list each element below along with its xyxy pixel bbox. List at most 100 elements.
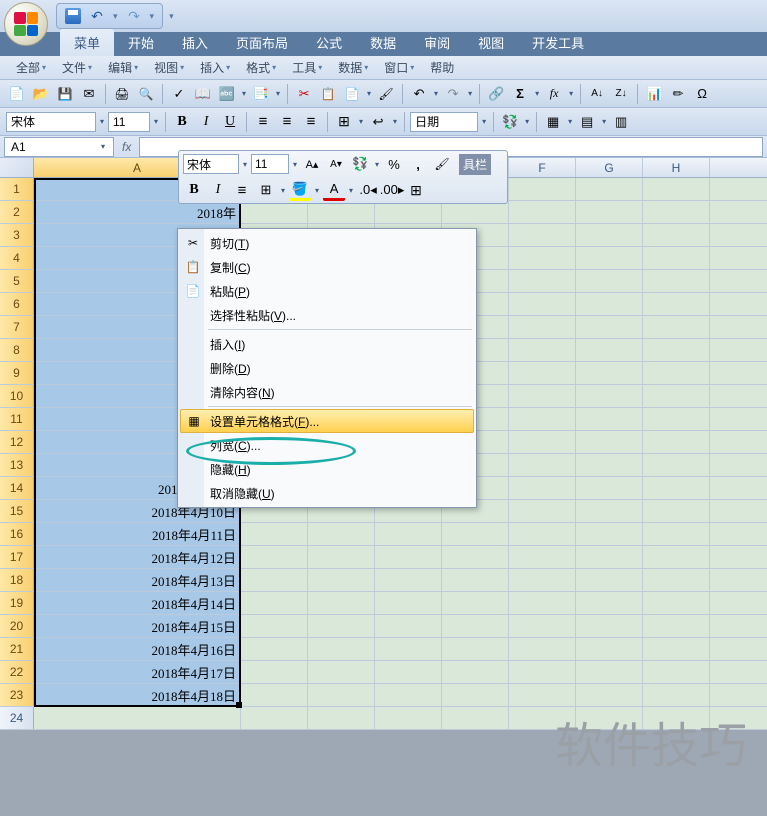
- cell[interactable]: [442, 546, 509, 568]
- cell[interactable]: [241, 523, 308, 545]
- redo-dropdown-icon[interactable]: ▾: [150, 11, 155, 22]
- redo-dropdown-icon[interactable]: ▾: [466, 89, 474, 98]
- cell[interactable]: [643, 201, 710, 223]
- undo-icon[interactable]: ↶: [408, 83, 430, 105]
- increase-decimal-icon[interactable]: .00▸: [381, 179, 403, 201]
- align-right-icon[interactable]: [300, 111, 322, 133]
- cell[interactable]: [442, 684, 509, 706]
- cell[interactable]: [576, 500, 643, 522]
- cell[interactable]: [643, 247, 710, 269]
- cell[interactable]: [643, 546, 710, 568]
- cell[interactable]: [509, 684, 576, 706]
- cell[interactable]: [442, 615, 509, 637]
- ribbon-tab-developer[interactable]: 开发工具: [518, 29, 598, 56]
- cell[interactable]: [308, 523, 375, 545]
- undo-dropdown-icon[interactable]: ▾: [113, 11, 118, 22]
- menu-file[interactable]: 文件▾: [54, 57, 100, 78]
- cell[interactable]: [576, 270, 643, 292]
- cell[interactable]: [576, 339, 643, 361]
- name-box[interactable]: A1▾: [4, 137, 114, 157]
- cell[interactable]: [308, 661, 375, 683]
- cell[interactable]: 2018年4月17日: [34, 661, 241, 683]
- size-dropdown-icon[interactable]: ▾: [152, 117, 160, 126]
- cell[interactable]: [509, 661, 576, 683]
- context-menu-item[interactable]: 删除(D): [180, 356, 474, 380]
- dropdown-icon[interactable]: ▾: [566, 117, 574, 126]
- col-header-G[interactable]: G: [576, 158, 643, 177]
- cell[interactable]: 2018年4月16日: [34, 638, 241, 660]
- context-menu-item[interactable]: 插入(I): [180, 332, 474, 356]
- cell[interactable]: [643, 408, 710, 430]
- row-header[interactable]: 15: [0, 500, 34, 522]
- col-header-F[interactable]: F: [509, 158, 576, 177]
- menu-insert[interactable]: 插入▾: [192, 57, 238, 78]
- cell[interactable]: [643, 638, 710, 660]
- cell[interactable]: [509, 523, 576, 545]
- undo-icon[interactable]: ↶: [89, 8, 105, 24]
- context-menu-item[interactable]: 📄粘贴(P): [180, 279, 474, 303]
- menu-help[interactable]: 帮助: [422, 57, 462, 78]
- cell[interactable]: [442, 592, 509, 614]
- context-menu-item[interactable]: 列宽(C)...: [180, 433, 474, 457]
- cell[interactable]: [509, 408, 576, 430]
- row-header[interactable]: 22: [0, 661, 34, 683]
- cell[interactable]: [576, 178, 643, 200]
- cell[interactable]: 2018年4月15日: [34, 615, 241, 637]
- cut-icon[interactable]: [293, 83, 315, 105]
- fx-icon[interactable]: fx: [114, 140, 139, 154]
- cell[interactable]: [643, 477, 710, 499]
- context-menu-item[interactable]: 选择性粘贴(V)...: [180, 303, 474, 327]
- hyperlink-icon[interactable]: 🔗: [485, 83, 507, 105]
- format-table-icon[interactable]: ▤: [576, 111, 598, 133]
- ribbon-tab-insert[interactable]: 插入: [168, 29, 222, 56]
- context-menu-item[interactable]: ✂剪切(T): [180, 231, 474, 255]
- cell[interactable]: [375, 638, 442, 660]
- menu-view[interactable]: 视图▾: [146, 57, 192, 78]
- cell[interactable]: [576, 523, 643, 545]
- cell[interactable]: [241, 684, 308, 706]
- decrease-decimal-icon[interactable]: .0◂: [357, 179, 379, 201]
- row-header[interactable]: 9: [0, 362, 34, 384]
- print-icon[interactable]: [111, 83, 133, 105]
- row-header[interactable]: 8: [0, 339, 34, 361]
- format-painter-icon[interactable]: [431, 153, 453, 175]
- save-icon[interactable]: [54, 83, 76, 105]
- cell[interactable]: [241, 569, 308, 591]
- number-format-combo[interactable]: 日期: [410, 112, 478, 132]
- cell[interactable]: [509, 569, 576, 591]
- cell[interactable]: [643, 293, 710, 315]
- cell[interactable]: [241, 546, 308, 568]
- cell[interactable]: [241, 638, 308, 660]
- cell[interactable]: [576, 385, 643, 407]
- cell[interactable]: [509, 178, 576, 200]
- grow-font-icon[interactable]: A▴: [301, 153, 323, 175]
- mail-icon[interactable]: ✉: [78, 83, 100, 105]
- cell[interactable]: [643, 523, 710, 545]
- cell[interactable]: [643, 454, 710, 476]
- cell[interactable]: [576, 477, 643, 499]
- save-icon[interactable]: [65, 8, 81, 24]
- cell[interactable]: [643, 224, 710, 246]
- cell[interactable]: [643, 178, 710, 200]
- row-header[interactable]: 5: [0, 270, 34, 292]
- cell[interactable]: [509, 270, 576, 292]
- row-header[interactable]: 19: [0, 592, 34, 614]
- cell[interactable]: [509, 546, 576, 568]
- ribbon-tab-review[interactable]: 审阅: [410, 29, 464, 56]
- redo-icon[interactable]: ↷: [442, 83, 464, 105]
- row-header[interactable]: 12: [0, 431, 34, 453]
- dropdown-icon[interactable]: ▾: [274, 89, 282, 98]
- cell[interactable]: [509, 362, 576, 384]
- cell[interactable]: 2018年4月11日: [34, 523, 241, 545]
- align-center-icon[interactable]: [276, 111, 298, 133]
- bold-icon[interactable]: B: [171, 111, 193, 133]
- row-header[interactable]: 23: [0, 684, 34, 706]
- context-menu-item[interactable]: 取消隐藏(U): [180, 481, 474, 505]
- cell[interactable]: [308, 684, 375, 706]
- autosum-dropdown-icon[interactable]: ▾: [533, 89, 541, 98]
- print-preview-icon[interactable]: [135, 83, 157, 105]
- cell[interactable]: [576, 615, 643, 637]
- cell[interactable]: [241, 592, 308, 614]
- font-name-combo[interactable]: 宋体: [6, 112, 96, 132]
- cell[interactable]: [643, 362, 710, 384]
